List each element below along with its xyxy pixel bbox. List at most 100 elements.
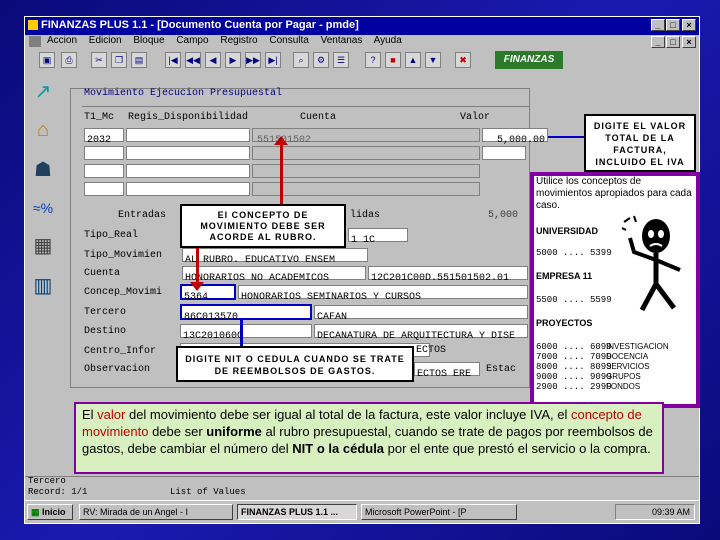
menu-edicion[interactable]: Edicion [89,35,122,46]
exit-icon[interactable]: ■ [385,52,401,68]
conceptos-intro: Utilice los conceptos de movimientos apr… [536,176,692,211]
label-observacion: Observacion [84,364,151,375]
menu-accion[interactable]: Accion [47,35,77,46]
menu-bloque[interactable]: Bloque [133,35,164,46]
universidad-label: UNIVERSIDAD [536,226,599,236]
prev-block-icon[interactable]: ◀◀ [185,52,201,68]
minimize-button[interactable]: _ [651,19,665,31]
row3-disp-field[interactable] [126,164,250,178]
concepto-desc-value: HONORARIOS SEMINARIOS Y CURSOS [241,292,422,303]
row1-disp-field[interactable] [126,128,250,142]
task-outlook[interactable]: RV: Mirada de un Angel - I [79,504,233,520]
cut-icon[interactable]: ✂ [91,52,107,68]
proyecto-range-3: 8000 .... 8099 [536,362,612,372]
row3-cuenta-field[interactable] [252,164,480,178]
row1-t1-field[interactable]: 2032 [84,128,124,146]
doc-minimize-button[interactable]: _ [651,36,665,48]
menu-registro[interactable]: Registro [220,35,257,46]
row2-disp-field[interactable] [126,146,250,160]
proyecto-name-1: INVESTIGACION [606,342,669,351]
destino-code-field[interactable]: 13C201060C [180,324,312,342]
task-finanzas[interactable]: FINANZAS PLUS 1.1 ... [237,504,357,520]
menu-ventanas[interactable]: Ventanas [321,35,363,46]
proyecto-name-5: FONDOS [606,382,641,391]
prev-record-icon[interactable]: ◀ [205,52,221,68]
info-text-2: del movimiento debe ser igual al total d… [125,407,571,422]
tercero-desc-field[interactable]: CAFAN [314,305,528,323]
cuenta-code-field[interactable]: 12C201C00D.551501502.01 [368,266,528,284]
row1-valor-field[interactable]: 5,000.00 [482,128,548,146]
list-icon[interactable]: ☰ [333,52,349,68]
tercero-code-value: 86C013570 [184,312,239,323]
menu-campo[interactable]: Campo [176,35,208,46]
people-icon[interactable]: ☗ [29,156,57,184]
destino-desc-value: DECANATURA DE ARQUITECTURA Y DISE [317,331,516,342]
stop-icon[interactable]: ✖ [455,52,471,68]
first-record-icon[interactable]: |◀ [165,52,181,68]
execute-query-icon[interactable]: ⚙ [313,52,329,68]
cuenta-desc-field[interactable]: HONORARIOS NO ACADEMICOS [182,266,366,284]
salidas-value: 5,000 [488,210,519,221]
finanzas-logo: FINANZAS [495,51,563,69]
tercero-code-field[interactable]: 86C013570 [180,304,312,323]
proyectos-list: 6000 .... 6099 7000 .... 7099 8000 .... … [536,342,612,392]
arrow-icon[interactable]: ↗ [29,78,57,106]
row2-t1-field[interactable] [84,146,124,160]
computer-icon[interactable]: ▦ [29,232,57,260]
start-button[interactable]: ▦ Inicio [27,504,73,520]
connector-nit [240,318,243,348]
concepto-desc-field[interactable]: HONORARIOS SEMINARIOS Y CURSOS [238,285,528,303]
concepto-code-value: 5364 [184,292,209,303]
maximize-button[interactable]: □ [666,19,680,31]
row4-disp-field[interactable] [126,182,250,196]
cuenta-desc-value: HONORARIOS NO ACADEMICOS [185,273,330,284]
tipo-movimiento-field[interactable]: AL RUBRO. EDUCATIVO ENSEM [182,248,368,266]
paste-icon[interactable]: ▤ [131,52,147,68]
task-powerpoint[interactable]: Microsoft PowerPoint - [P [361,504,517,520]
last-record-icon[interactable]: ▶| [265,52,281,68]
up-arrow-icon[interactable]: ▲ [405,52,421,68]
salidas-label: lidas [350,210,381,221]
info-box: El valor del movimiento debe ser igual a… [74,402,664,474]
destino-desc-field[interactable]: DECANATURA DE ARQUITECTURA Y DISE [314,324,528,342]
concepto-code-field[interactable]: 5364 [180,284,236,303]
observacion-field[interactable]: ECTOS ERE [414,362,480,380]
title-bar: FINANZAS PLUS 1.1 - [Documento Cuenta po… [25,17,699,35]
row4-cuenta-field[interactable] [252,182,480,196]
spreadsheet-icon[interactable]: ▥ [29,272,57,300]
copy-icon[interactable]: ❐ [111,52,127,68]
tercero-desc-value: CAFAN [317,312,348,323]
proyecto-range-1: 6000 .... 6099 [536,342,612,352]
start-label: Inicio [42,507,66,517]
menu-consulta[interactable]: Consulta [269,35,308,46]
empresa-range: 5500 .... 5599 [536,295,612,305]
label-tipo-movimiento: Tipo_Movimien [84,250,163,261]
tipo-real-field[interactable]: 1 1C [348,228,408,246]
row2-cuenta-field[interactable] [252,146,480,160]
status-bar [25,476,699,498]
tipo-real-value: 1 1C [351,235,376,246]
help-icon[interactable]: ? [365,52,381,68]
house-icon[interactable]: ⌂ [29,116,57,144]
menu-ayuda[interactable]: Ayuda [374,35,402,46]
down-arrow-icon[interactable]: ▼ [425,52,441,68]
info-text-3: debe ser [148,424,207,439]
print-icon[interactable]: ⎙ [61,52,77,68]
info-text-5: por el ente que prestó el servicio o la … [384,441,651,456]
next-block-icon[interactable]: ▶▶ [245,52,261,68]
next-record-icon[interactable]: ▶ [225,52,241,68]
row2-valor-field[interactable] [482,146,526,160]
close-button[interactable]: × [682,19,696,31]
row4-t1-field[interactable] [84,182,124,196]
doc-close-button[interactable]: × [682,36,696,48]
sidebar: ↗ ⌂ ☗ ≈% ▦ ▥ [25,72,61,372]
doc-maximize-button[interactable]: □ [666,36,680,48]
label-destino: Destino [84,326,127,337]
row3-t1-field[interactable] [84,164,124,178]
percent-icon[interactable]: ≈% [29,194,57,222]
entradas-label: Entradas [118,210,167,221]
query-icon[interactable]: ⌕ [293,52,309,68]
proyecto-name-4: GRUPOS [606,372,641,381]
save-icon[interactable]: ▣ [39,52,55,68]
status-tercero: Tercero [28,476,66,486]
